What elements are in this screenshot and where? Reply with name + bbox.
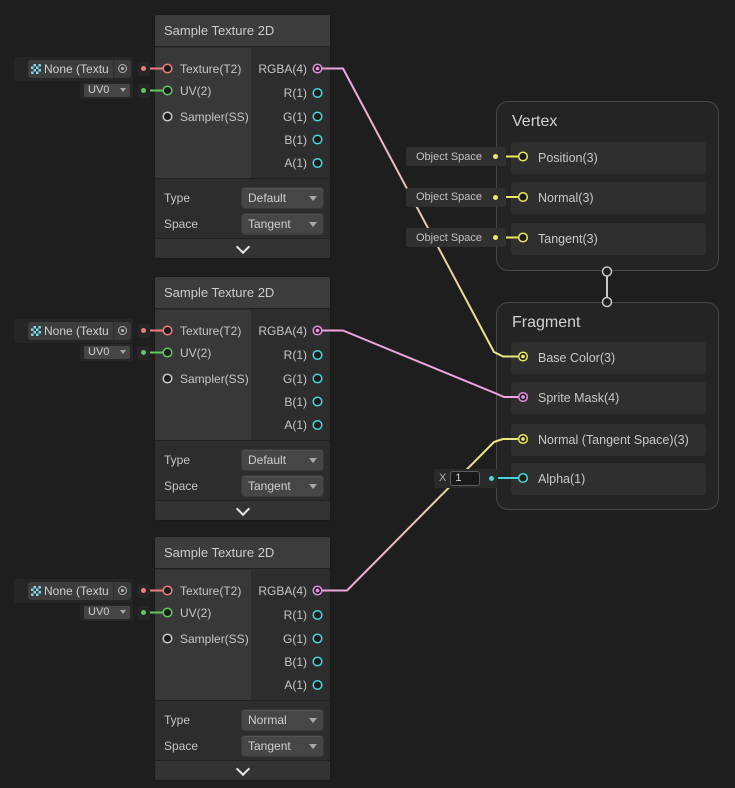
port-normal-in[interactable]: [519, 193, 528, 202]
yellow-port-dot-icon: [493, 195, 498, 200]
object-picker-icon: [118, 586, 127, 595]
texture-port-chip-3: [137, 584, 151, 598]
port-normal-tangent-dot: [521, 437, 525, 441]
object-picker-button[interactable]: [113, 322, 131, 340]
tangent-space-chip[interactable]: Object Space: [406, 228, 506, 247]
port-alpha-in[interactable]: [519, 474, 528, 483]
port-a-out-1[interactable]: [313, 159, 322, 168]
green-port-dot-icon: [141, 350, 146, 355]
green-port-dot-icon: [141, 88, 146, 93]
space-chip-label: Object Space: [416, 232, 482, 244]
port-g-out-3[interactable]: [313, 634, 322, 643]
texture-thumbnail-icon: [31, 64, 41, 74]
port-a-out-2[interactable]: [313, 421, 322, 430]
texture-object-field-1[interactable]: None (Textu: [14, 57, 133, 81]
yellow-port-dot-icon: [493, 235, 498, 240]
port-texture-in-3[interactable]: [163, 586, 172, 595]
uv-channel-dropdown[interactable]: UV0: [84, 606, 130, 619]
stack-connector-bottom: [603, 298, 612, 307]
uv-dropdown-value: UV0: [88, 606, 109, 618]
texture-object-field-3[interactable]: None (Textu: [14, 579, 133, 603]
uv-channel-widget-1: UV0: [80, 82, 133, 99]
alpha-default-chip: X: [434, 469, 498, 488]
port-uv-in-1[interactable]: [163, 86, 172, 95]
port-g-out-2[interactable]: [313, 374, 322, 383]
uv-channel-widget-3: UV0: [80, 604, 133, 621]
uv-channel-widget-2: UV0: [80, 344, 133, 361]
space-chip-label: Object Space: [416, 191, 482, 203]
port-texture-in-2[interactable]: [163, 326, 172, 335]
position-space-chip[interactable]: Object Space: [406, 147, 506, 166]
object-field[interactable]: None (Textu: [28, 60, 131, 78]
cyan-port-dot-icon: [489, 476, 494, 481]
port-uv-in-3[interactable]: [163, 608, 172, 617]
x-component-label: X: [439, 472, 446, 484]
uv-channel-dropdown[interactable]: UV0: [84, 84, 130, 97]
texture-thumbnail-icon: [31, 586, 41, 596]
uv-port-chip-1: [137, 84, 151, 98]
port-base-color-dot: [521, 355, 525, 359]
red-port-dot-icon: [141, 328, 146, 333]
texture-thumbnail-icon: [31, 326, 41, 336]
object-picker-icon: [118, 64, 127, 73]
port-sampler-in-1[interactable]: [163, 112, 172, 121]
object-field[interactable]: None (Textu: [28, 322, 131, 340]
wire-rgba1-to-base-color[interactable]: [322, 69, 519, 357]
wire-rgba3-to-normal-tangent[interactable]: [322, 439, 519, 591]
green-port-dot-icon: [141, 610, 146, 615]
object-picker-icon: [118, 326, 127, 335]
port-g-out-1[interactable]: [313, 112, 322, 121]
dropdown-arrow-icon: [120, 610, 126, 614]
uv-port-chip-2: [137, 346, 151, 360]
uv-dropdown-value: UV0: [88, 84, 109, 96]
texture-port-chip-1: [137, 62, 151, 76]
object-picker-button[interactable]: [113, 582, 131, 600]
port-texture-in-1[interactable]: [163, 64, 172, 73]
texture-object-field-2[interactable]: None (Textu: [14, 319, 133, 343]
uv-dropdown-value: UV0: [88, 346, 109, 358]
texture-port-chip-2: [137, 324, 151, 338]
texture-field-value: None (Textu: [44, 584, 113, 598]
port-sampler-in-3[interactable]: [163, 634, 172, 643]
object-picker-button[interactable]: [113, 60, 131, 78]
port-b-out-3[interactable]: [313, 657, 322, 666]
port-r-out-3[interactable]: [313, 611, 322, 620]
texture-field-value: None (Textu: [44, 62, 113, 76]
port-rgba-out-3-dot: [316, 589, 320, 593]
dropdown-arrow-icon: [120, 350, 126, 354]
port-r-out-1[interactable]: [313, 89, 322, 98]
uv-channel-dropdown[interactable]: UV0: [84, 346, 130, 359]
red-port-dot-icon: [141, 588, 146, 593]
port-b-out-1[interactable]: [313, 135, 322, 144]
port-rgba-out-1-dot: [316, 67, 320, 71]
port-tangent-in[interactable]: [519, 233, 528, 242]
texture-field-value: None (Textu: [44, 324, 113, 338]
uv-port-chip-3: [137, 606, 151, 620]
port-sprite-mask-dot: [521, 395, 525, 399]
object-field[interactable]: None (Textu: [28, 582, 131, 600]
red-port-dot-icon: [141, 66, 146, 71]
space-chip-label: Object Space: [416, 151, 482, 163]
alpha-value-input[interactable]: [450, 471, 480, 486]
wire-layer: [0, 0, 735, 788]
port-sampler-in-2[interactable]: [163, 374, 172, 383]
port-a-out-3[interactable]: [313, 681, 322, 690]
port-position-in[interactable]: [519, 152, 528, 161]
port-r-out-2[interactable]: [313, 351, 322, 360]
port-rgba-out-2-dot: [316, 329, 320, 333]
port-b-out-2[interactable]: [313, 397, 322, 406]
stack-connector-top: [603, 267, 612, 276]
dropdown-arrow-icon: [120, 88, 126, 92]
yellow-port-dot-icon: [493, 154, 498, 159]
normal-space-chip[interactable]: Object Space: [406, 188, 506, 207]
port-uv-in-2[interactable]: [163, 348, 172, 357]
